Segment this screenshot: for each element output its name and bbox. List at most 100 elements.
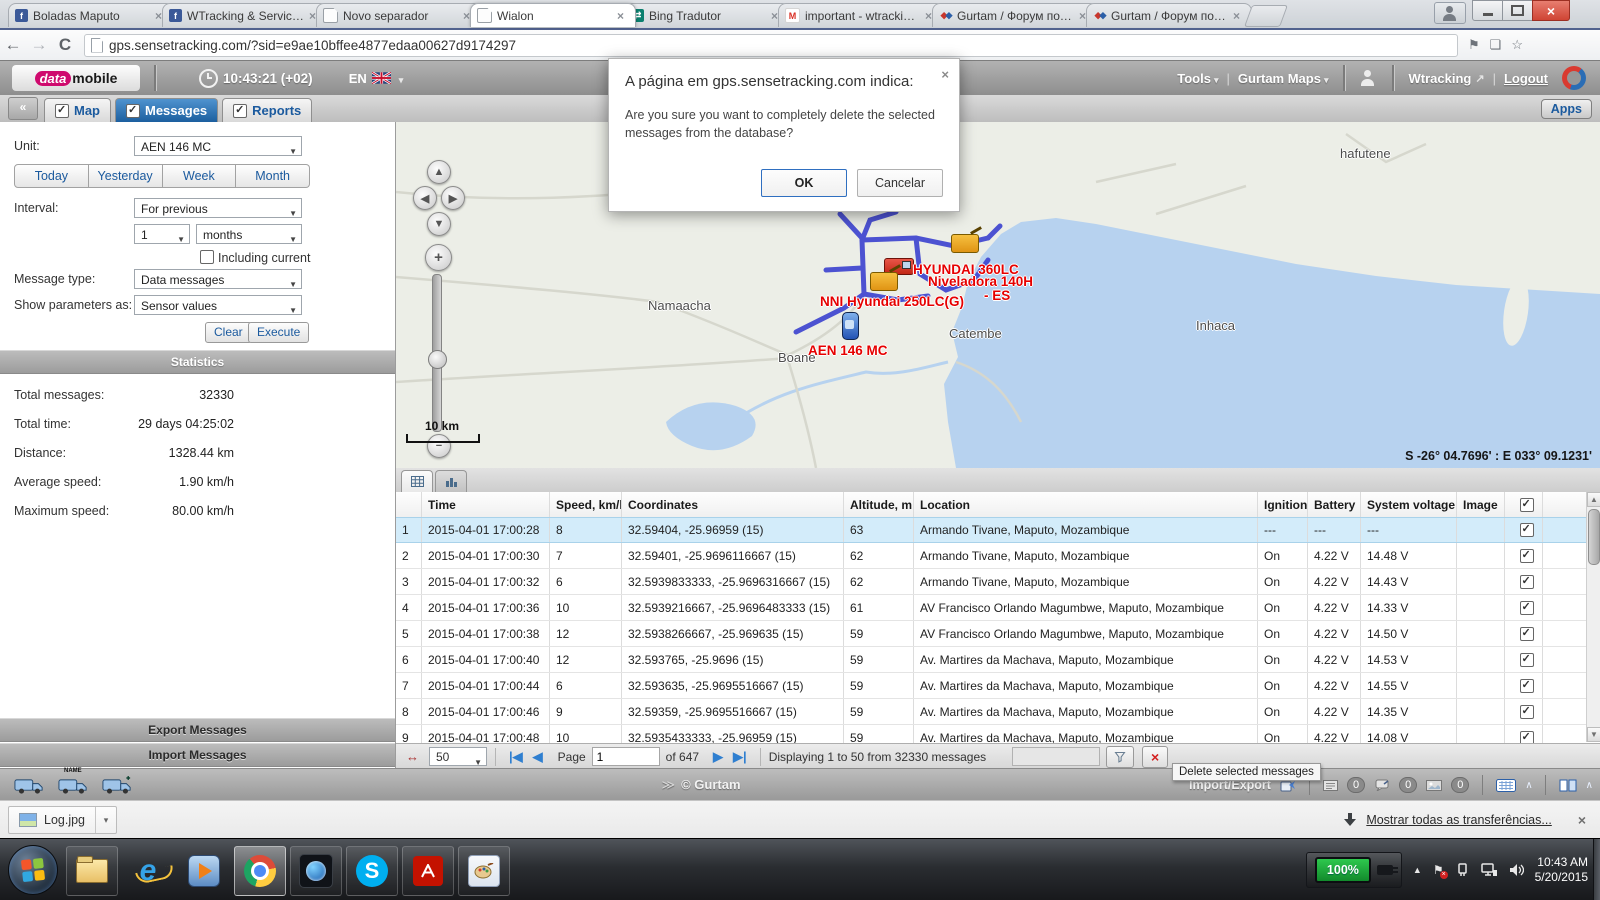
col-speed[interactable]: Speed, km/h [550,492,622,517]
collapse-panel-button[interactable] [8,97,38,120]
truck-add-icon[interactable] [102,776,132,795]
account-name[interactable]: Wtracking [1409,71,1472,86]
table-row[interactable]: 1 2015-04-01 17:00:28 8 32.59404, -25.96… [396,517,1586,543]
taskbar-paint[interactable] [458,846,510,896]
zoom-slider-knob[interactable] [428,350,447,369]
browser-tab[interactable]: Gurtam / Форум поль: [1086,3,1252,27]
col-location[interactable]: Location [914,492,1258,517]
profile-button[interactable] [1434,2,1466,24]
forward-icon[interactable]: → [26,35,52,55]
pan-up-button[interactable]: ▲ [427,160,451,184]
interval-mode-select[interactable]: For previous [134,198,302,218]
browser-tab[interactable]: Bing Tradutor [624,3,790,27]
show-all-downloads-link[interactable]: Mostrar todas as transferências... [1366,813,1552,827]
dialog-close-icon[interactable] [941,67,949,82]
logout-link[interactable]: Logout [1504,71,1548,86]
window-minimize-button[interactable] [1472,0,1503,21]
row-checkbox[interactable] [1520,627,1534,641]
scroll-down-icon[interactable]: ▼ [1587,727,1600,742]
gurtam-maps-menu[interactable]: Gurtam Maps [1238,71,1329,86]
show-desktop-button[interactable] [1593,839,1600,900]
next-page-icon[interactable]: ▶ [713,749,723,765]
row-checkbox[interactable] [1520,705,1534,719]
monitoring-truck-icon[interactable] [14,776,44,795]
photo-icon[interactable] [1426,780,1442,791]
reports-checkbox[interactable] [233,104,247,118]
network-icon[interactable] [1481,863,1498,877]
start-button[interactable] [8,845,58,895]
map-unit-label[interactable]: Niveladora 140H [928,274,1033,289]
map-unit-label[interactable]: - ES [984,288,1010,303]
browser-tab[interactable]: WTracking & Services, [162,3,328,27]
map-view[interactable]: ▲ ◀ ▶ ▼ + − 10 km HYUNDAI 360LC Nivelado… [396,122,1600,468]
tools-menu[interactable]: Tools [1177,71,1218,86]
ok-button[interactable]: OK [761,169,847,197]
log-book-icon[interactable] [1559,779,1577,792]
tab-close-icon[interactable] [1233,10,1245,22]
show-hidden-icons[interactable]: ▲ [1413,865,1422,875]
quick-interval-button[interactable]: Month [236,164,310,188]
url-text[interactable]: gps.sensetracking.com/?sid=e9ae10bffee48… [109,38,516,53]
zoom-in-button[interactable]: + [425,244,452,271]
browser-tab[interactable]: important - wtrackings [778,3,944,27]
row-checkbox[interactable] [1520,575,1534,589]
tab-close-icon[interactable] [617,10,629,22]
pan-left-button[interactable]: ◀ [413,186,437,210]
autofit-columns-icon[interactable]: ↔ [406,749,419,764]
col-altitude[interactable]: Altitude, m [844,492,914,517]
taskbar-explorer[interactable] [66,846,118,896]
taskbar-skype[interactable]: S [346,846,398,896]
col-time[interactable]: Time [422,492,550,517]
tab-messages[interactable]: Messages [115,98,218,122]
show-parameters-select[interactable]: Sensor values [134,295,302,315]
quick-interval-button[interactable]: Yesterday [89,164,163,188]
chart-view-button[interactable] [435,470,467,492]
scrollbar-thumb[interactable] [1588,509,1600,565]
interval-count-select[interactable]: 1 [134,224,190,244]
reload-icon[interactable]: C [52,35,78,55]
back-icon[interactable]: ← [0,35,26,55]
row-checkbox[interactable] [1520,601,1534,615]
message-type-select[interactable]: Data messages [134,269,302,289]
window-maximize-button[interactable] [1502,0,1533,21]
page-size-select[interactable]: 50 [429,747,487,766]
keyboard-icon[interactable] [1496,779,1516,792]
page-number-input[interactable] [592,747,660,766]
excavator-icon[interactable] [951,234,979,253]
table-row[interactable]: 5 2015-04-01 17:00:38 12 32.5938266667, … [396,621,1586,647]
apps-button[interactable]: Apps [1541,99,1592,119]
map-unit-label[interactable]: AEN 146 MC [808,343,888,358]
select-all-checkbox[interactable] [1520,498,1534,512]
scroll-up-icon[interactable]: ▲ [1587,492,1600,507]
map-checkbox[interactable] [55,104,69,118]
table-scrollbar[interactable]: ▲ ▼ [1586,492,1600,742]
import-messages-header[interactable]: Import Messages [0,743,395,767]
speaker-icon[interactable] [1509,863,1524,877]
pan-down-button[interactable]: ▼ [427,212,451,236]
excavator-icon[interactable] [870,272,898,291]
collapse-chevron-icon[interactable]: ∧ [1525,780,1531,791]
table-row[interactable]: 6 2015-04-01 17:00:40 12 32.593765, -25.… [396,647,1586,673]
col-image[interactable]: Image [1457,492,1505,517]
prev-page-icon[interactable]: ◀ [533,749,543,765]
filter-input[interactable] [1012,747,1100,766]
battery-widget[interactable]: 100% [1306,852,1402,888]
col-ignition[interactable]: Ignition [1258,492,1308,517]
action-center-flag-icon[interactable]: ⚑× [1433,863,1444,877]
frames-icon[interactable]: ❏ [1490,37,1502,53]
table-row[interactable]: 8 2015-04-01 17:00:46 9 32.59359, -25.96… [396,699,1586,725]
notes-icon[interactable] [1323,780,1338,791]
col-system-voltage[interactable]: System voltage [1361,492,1457,517]
browser-tab[interactable]: Gurtam / Форум поль: [932,3,1098,27]
table-row[interactable]: 4 2015-04-01 17:00:36 10 32.5939216667, … [396,595,1586,621]
quick-interval-button[interactable]: Week [163,164,237,188]
tab-map[interactable]: Map [44,98,111,122]
language-selector[interactable]: EN [349,71,404,86]
filter-button[interactable] [1106,746,1134,768]
taskbar-chrome[interactable] [234,846,286,896]
chat-icon[interactable] [1374,779,1390,791]
download-bar-close-icon[interactable] [1578,812,1586,828]
browser-tab[interactable]: Wialon [470,3,636,27]
window-close-button[interactable] [1532,0,1570,21]
taskbar-clock[interactable]: 10:43 AM 5/20/2015 [1535,855,1588,885]
